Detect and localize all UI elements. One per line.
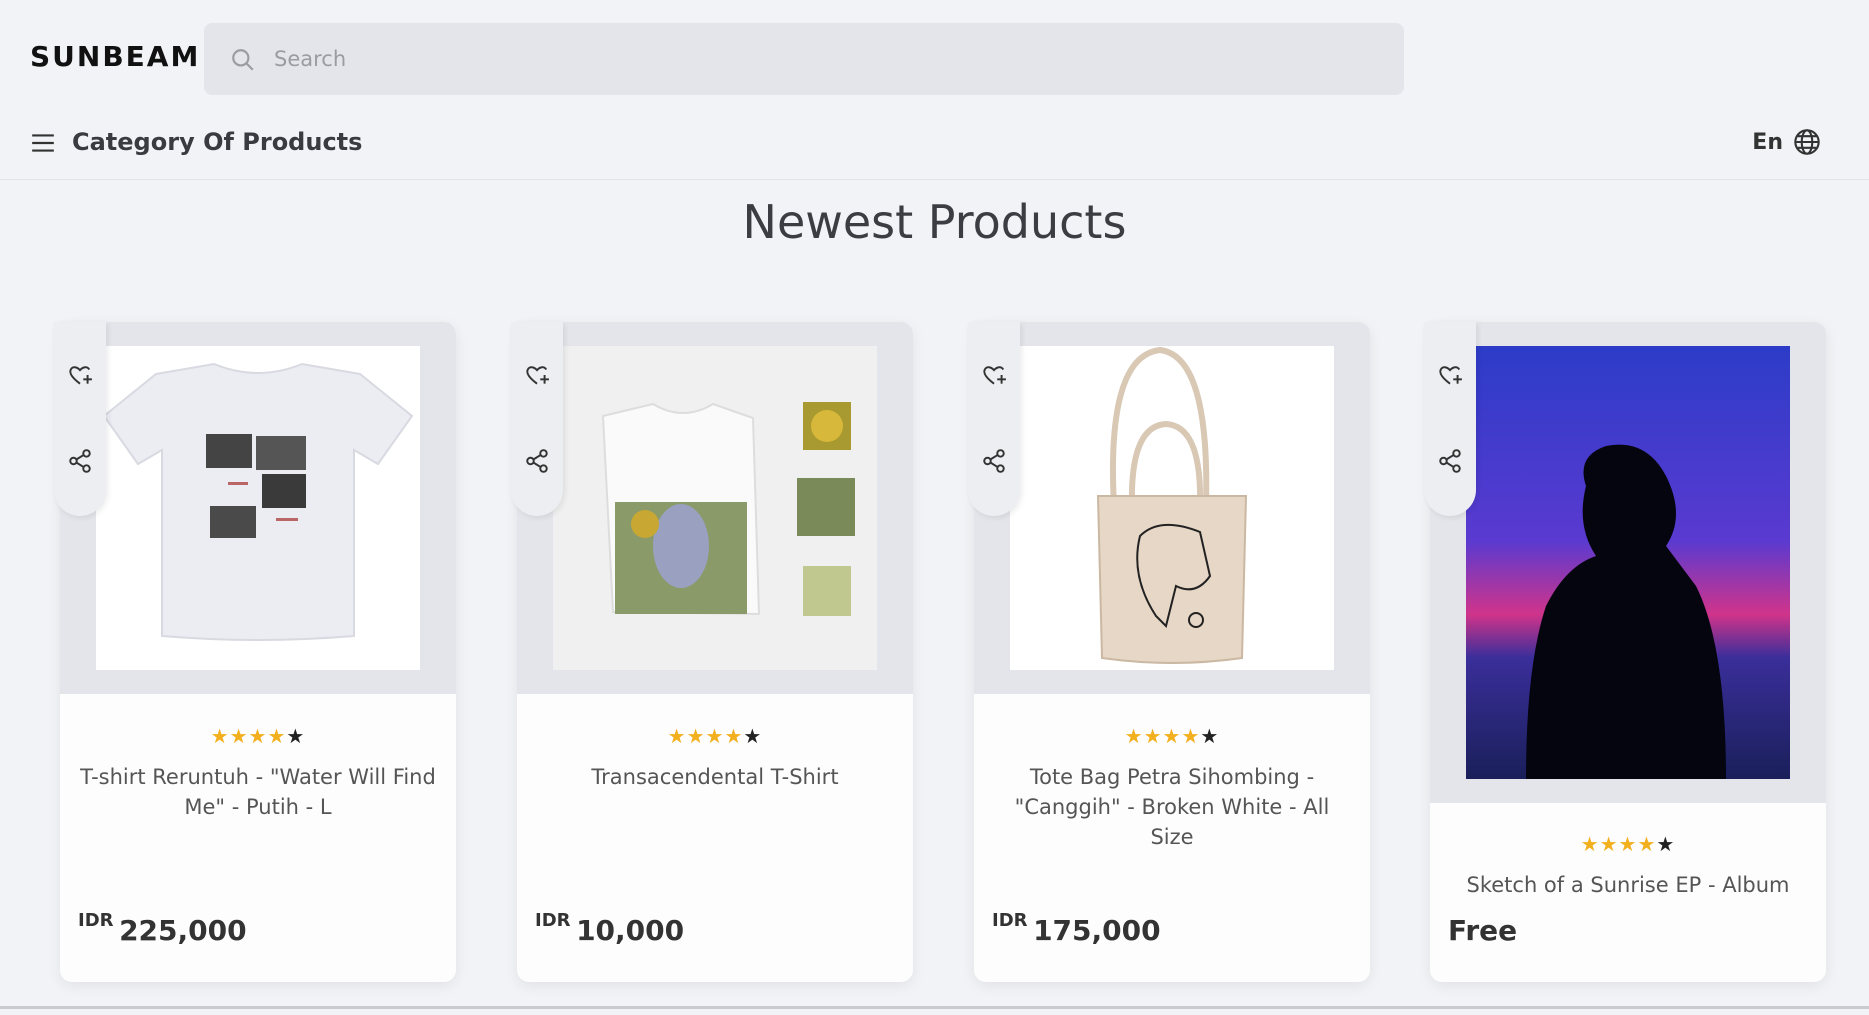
- hamburger-menu-icon[interactable]: [30, 130, 56, 156]
- share-icon[interactable]: [1437, 448, 1463, 474]
- price-currency: IDR: [535, 910, 571, 931]
- product-price: IDR 10,000: [535, 910, 685, 947]
- product-media: [1430, 322, 1826, 803]
- price-amount: 225,000: [119, 914, 247, 947]
- product-image[interactable]: [96, 346, 420, 670]
- tshirt-artwork-image: [553, 346, 877, 670]
- tote-bag-image: [1010, 346, 1334, 670]
- price-amount: 10,000: [576, 914, 685, 947]
- globe-icon: [1794, 129, 1820, 155]
- section-title: Newest Products: [742, 195, 1127, 249]
- product-name[interactable]: Sketch of a Sunrise EP - Album: [1450, 870, 1806, 900]
- search-bar[interactable]: [204, 23, 1404, 95]
- search-icon: [232, 49, 254, 71]
- product-card[interactable]: ★★★★★ Transacendental T-Shirt IDR 10,000: [511, 322, 913, 982]
- product-media: [60, 322, 456, 694]
- page-bottom-divider: [0, 1006, 1869, 1009]
- product-actions: [968, 322, 1020, 516]
- product-media: [974, 322, 1370, 694]
- add-to-wishlist-icon[interactable]: [524, 362, 550, 388]
- product-card[interactable]: ★★★★★ T-shirt Reruntuh - "Water Will Fin…: [54, 322, 456, 982]
- category-nav: Category Of Products En: [0, 112, 1869, 180]
- sunbeam-logo[interactable]: SUNBEAM: [30, 40, 200, 73]
- product-actions: [54, 322, 106, 516]
- product-actions: [511, 322, 563, 516]
- add-to-wishlist-icon[interactable]: [67, 362, 93, 388]
- star-rating: ★★★★★: [1580, 832, 1676, 856]
- star-rating: ★★★★★: [1124, 724, 1220, 748]
- price-amount: 175,000: [1033, 914, 1161, 947]
- share-icon[interactable]: [981, 448, 1007, 474]
- category-of-products-link[interactable]: Category Of Products: [72, 128, 362, 156]
- star-rating: ★★★★★: [667, 724, 763, 748]
- header: SUNBEAM: [0, 0, 1869, 120]
- product-image[interactable]: [1010, 346, 1334, 670]
- white-tshirt-image: [96, 346, 420, 670]
- add-to-wishlist-icon[interactable]: [981, 362, 1007, 388]
- share-icon[interactable]: [524, 448, 550, 474]
- search-input[interactable]: [274, 23, 1374, 95]
- product-actions: [1424, 322, 1476, 516]
- product-card[interactable]: ★★★★★ Tote Bag Petra Sihombing - "Canggi…: [968, 322, 1370, 982]
- product-price: IDR 225,000: [78, 910, 247, 947]
- language-label: En: [1752, 129, 1783, 155]
- product-image[interactable]: [553, 346, 877, 670]
- product-price: Free: [1448, 914, 1517, 947]
- product-image[interactable]: [1466, 346, 1790, 779]
- product-name[interactable]: T-shirt Reruntuh - "Water Will Find Me" …: [80, 762, 436, 822]
- product-media: [517, 322, 913, 694]
- star-rating: ★★★★★: [210, 724, 306, 748]
- add-to-wishlist-icon[interactable]: [1437, 362, 1463, 388]
- product-name[interactable]: Tote Bag Petra Sihombing - "Canggih" - B…: [994, 762, 1350, 852]
- price-currency: IDR: [992, 910, 1028, 931]
- sunset-silhouette-image: [1466, 346, 1790, 779]
- product-card[interactable]: ★★★★★ Sketch of a Sunrise EP - Album Fre…: [1424, 322, 1826, 982]
- price-currency: IDR: [78, 910, 114, 931]
- product-price: IDR 175,000: [992, 910, 1161, 947]
- language-selector[interactable]: En: [1752, 128, 1821, 156]
- product-name[interactable]: Transacendental T-Shirt: [537, 762, 893, 792]
- price-free: Free: [1448, 914, 1518, 947]
- share-icon[interactable]: [67, 448, 93, 474]
